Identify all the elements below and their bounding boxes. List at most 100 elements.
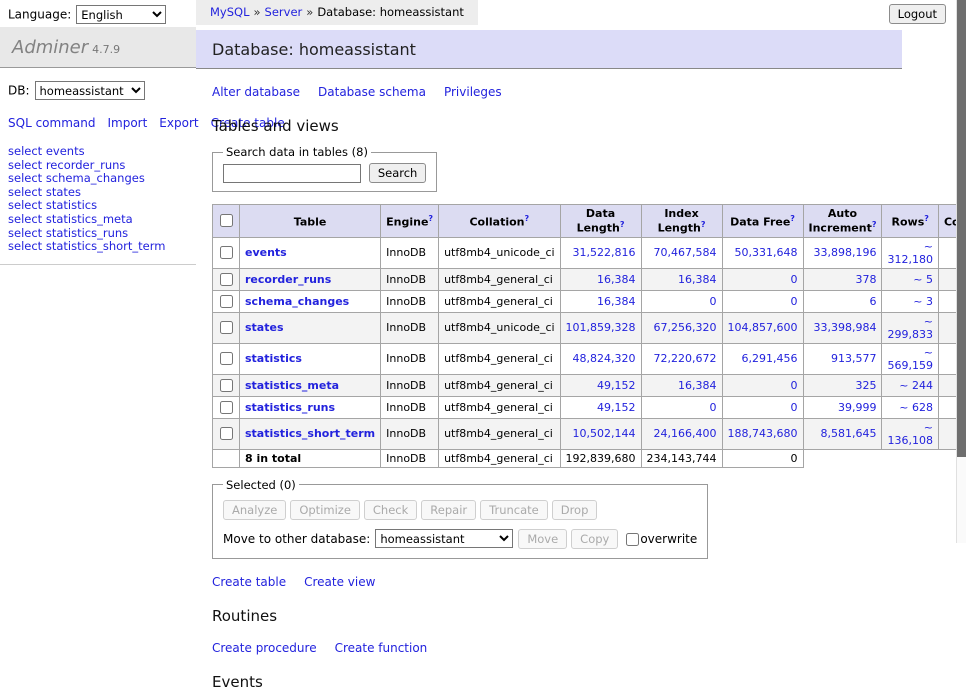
rows-count-link[interactable]: ~ 5	[913, 273, 933, 286]
selected-action-button[interactable]: Repair	[421, 500, 476, 520]
search-input[interactable]	[223, 164, 361, 183]
help-link[interactable]: ?	[872, 220, 877, 229]
index-length-link[interactable]: 70,467,584	[654, 246, 717, 259]
select-table-link[interactable]: select statistics	[8, 198, 97, 212]
auto-increment-link[interactable]: 6	[869, 295, 876, 308]
select-all-checkbox[interactable]	[220, 214, 233, 227]
index-length-link[interactable]: 0	[710, 401, 717, 414]
rows-count-link[interactable]: ~ 569,159	[887, 346, 933, 372]
search-button[interactable]: Search	[369, 163, 427, 183]
help-link[interactable]: ?	[620, 220, 625, 229]
rows-count-link[interactable]: ~ 3	[913, 295, 933, 308]
data-free-link[interactable]: 0	[791, 401, 798, 414]
sidebar-action-link[interactable]: SQL command	[8, 116, 95, 130]
language-select[interactable]: English	[76, 5, 166, 24]
data-length-link[interactable]: 48,824,320	[573, 352, 636, 365]
auto-increment-link[interactable]: 8,581,645	[821, 427, 877, 440]
create-link[interactable]: Create view	[304, 575, 375, 589]
database-action-link[interactable]: Alter database	[212, 85, 300, 99]
table-name-link[interactable]: statistics_short_term	[245, 427, 375, 440]
selected-action-button[interactable]: Check	[364, 500, 417, 520]
auto-increment-link[interactable]: 378	[855, 273, 876, 286]
row-checkbox[interactable]	[220, 401, 233, 414]
breadcrumb-link-server[interactable]: Server	[265, 5, 303, 19]
data-length-link[interactable]: 31,522,816	[573, 246, 636, 259]
row-checkbox[interactable]	[220, 321, 233, 334]
scrollbar-track[interactable]	[956, 0, 966, 543]
db-select[interactable]: homeassistant	[35, 81, 145, 100]
rows-count-link[interactable]: ~ 628	[899, 401, 933, 414]
data-length-link[interactable]: 16,384	[597, 295, 636, 308]
rows-count-link[interactable]: ~ 312,180	[887, 240, 933, 266]
sidebar-action-link[interactable]: Import	[107, 116, 147, 130]
row-checkbox[interactable]	[220, 295, 233, 308]
auto-increment-link[interactable]: 33,898,196	[814, 246, 877, 259]
logout-button[interactable]: Logout	[889, 4, 946, 24]
auto-increment-link[interactable]: 33,398,984	[814, 321, 877, 334]
move-db-select[interactable]: homeassistant	[375, 529, 513, 548]
data-length-link[interactable]: 49,152	[597, 401, 636, 414]
data-length-link[interactable]: 16,384	[597, 273, 636, 286]
adminer-logo[interactable]: Adminer	[12, 37, 88, 58]
data-free-link[interactable]: 0	[791, 379, 798, 392]
index-length-link[interactable]: 67,256,320	[654, 321, 717, 334]
table-name-link[interactable]: recorder_runs	[245, 273, 331, 286]
create-link[interactable]: Create table	[212, 575, 286, 589]
auto-increment-link[interactable]: 325	[855, 379, 876, 392]
selected-action-button[interactable]: Optimize	[290, 500, 360, 520]
data-free-link[interactable]: 0	[791, 273, 798, 286]
table-name-link[interactable]: statistics_runs	[245, 401, 335, 414]
row-checkbox[interactable]	[220, 273, 233, 286]
selected-action-button[interactable]: Analyze	[223, 500, 286, 520]
database-action-link[interactable]: Privileges	[444, 85, 502, 99]
data-free-link[interactable]: 50,331,648	[735, 246, 798, 259]
overwrite-checkbox[interactable]	[626, 533, 639, 546]
breadcrumb-link-mysql[interactable]: MySQL	[210, 5, 250, 19]
table-name-link[interactable]: events	[245, 246, 287, 259]
help-link[interactable]: ?	[701, 220, 706, 229]
select-table-link[interactable]: select recorder_runs	[8, 158, 125, 172]
database-action-link[interactable]: Database schema	[318, 85, 426, 99]
index-length-link[interactable]: 16,384	[678, 273, 717, 286]
help-link[interactable]: ?	[790, 214, 795, 223]
rows-count-link[interactable]: ~ 136,108	[887, 421, 933, 447]
routine-link[interactable]: Create function	[335, 641, 428, 655]
scrollbar-thumb[interactable]	[957, 0, 966, 457]
table-name-link[interactable]: statistics	[245, 352, 302, 365]
rows-count-link[interactable]: ~ 299,833	[887, 315, 933, 341]
help-link[interactable]: ?	[428, 214, 433, 223]
row-checkbox[interactable]	[220, 379, 233, 392]
index-length-link[interactable]: 0	[710, 295, 717, 308]
move-button[interactable]: Move	[518, 529, 567, 549]
index-length-link[interactable]: 16,384	[678, 379, 717, 392]
row-checkbox[interactable]	[220, 246, 233, 259]
row-checkbox[interactable]	[220, 352, 233, 365]
select-table-link[interactable]: select statistics_meta	[8, 212, 133, 226]
row-checkbox[interactable]	[220, 427, 233, 440]
data-length-link[interactable]: 49,152	[597, 379, 636, 392]
select-table-link[interactable]: select statistics_runs	[8, 226, 128, 240]
select-table-link[interactable]: select states	[8, 185, 81, 199]
data-free-link[interactable]: 6,291,456	[742, 352, 798, 365]
select-table-link[interactable]: select statistics_short_term	[8, 239, 165, 253]
data-length-link[interactable]: 10,502,144	[573, 427, 636, 440]
index-length-link[interactable]: 72,220,672	[654, 352, 717, 365]
data-free-link[interactable]: 188,743,680	[728, 427, 798, 440]
copy-button[interactable]: Copy	[571, 529, 618, 549]
index-length-link[interactable]: 24,166,400	[654, 427, 717, 440]
data-length-link[interactable]: 101,859,328	[566, 321, 636, 334]
help-link[interactable]: ?	[924, 214, 929, 223]
table-name-link[interactable]: states	[245, 321, 284, 334]
selected-action-button[interactable]: Truncate	[480, 500, 548, 520]
select-table-link[interactable]: select events	[8, 144, 85, 158]
auto-increment-link[interactable]: 913,577	[831, 352, 877, 365]
selected-action-button[interactable]: Drop	[552, 500, 598, 520]
sidebar-action-link[interactable]: Export	[159, 116, 198, 130]
routine-link[interactable]: Create procedure	[212, 641, 317, 655]
data-free-link[interactable]: 104,857,600	[728, 321, 798, 334]
table-name-link[interactable]: statistics_meta	[245, 379, 339, 392]
select-table-link[interactable]: select schema_changes	[8, 171, 145, 185]
help-link[interactable]: ?	[524, 214, 529, 223]
rows-count-link[interactable]: ~ 244	[899, 379, 933, 392]
table-name-link[interactable]: schema_changes	[245, 295, 349, 308]
